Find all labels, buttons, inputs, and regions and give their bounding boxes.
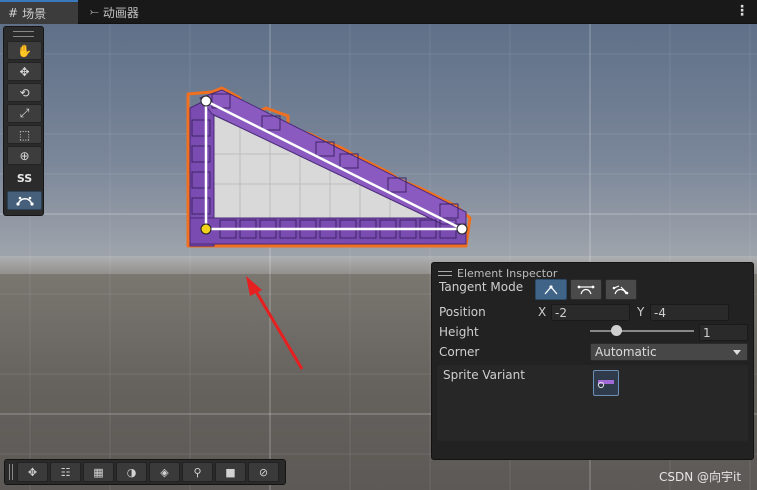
- rotate-icon: ⟲: [19, 85, 30, 100]
- tangent-mode-linear-button[interactable]: [535, 279, 567, 300]
- tab-scene-label: 场景: [22, 6, 47, 21]
- position-y-field[interactable]: [650, 304, 729, 321]
- control-point-top[interactable]: [200, 95, 212, 107]
- move-arrows-icon: ✥: [27, 465, 38, 479]
- continuous-tangent-icon: [577, 285, 595, 294]
- hand-tool-button[interactable]: ✋: [7, 41, 42, 60]
- compass-overlay-button[interactable]: ⊘: [248, 462, 279, 482]
- inspector-title: Element Inspector: [457, 266, 558, 280]
- position-label: Position: [439, 305, 486, 319]
- corner-dropdown[interactable]: Automatic: [590, 343, 748, 361]
- tangent-mode-continuous-button[interactable]: [570, 279, 602, 300]
- grid-snap-icon: ▦: [93, 465, 104, 479]
- sprite-variant-section: Sprite Variant: [437, 365, 748, 441]
- control-point-selected[interactable]: [200, 223, 212, 235]
- sprite-variant-thumbnail[interactable]: [593, 370, 619, 396]
- corner-dropdown-value: Automatic: [595, 345, 657, 359]
- scene-overlay-toolbar: ✥ ☷ ▦ ◑ ◈ ⚲ ■ ⊘: [4, 459, 286, 485]
- position-x-field[interactable]: [551, 304, 630, 321]
- move-tool-button[interactable]: ✥: [7, 62, 42, 81]
- sprite-variant-icon: [597, 380, 614, 389]
- control-point-right[interactable]: [456, 223, 468, 235]
- tab-animator[interactable]: ⤚ 动画器: [82, 0, 147, 24]
- hand-icon: ✋: [17, 43, 32, 58]
- height-field[interactable]: [699, 324, 748, 341]
- scale-tool-button[interactable]: ⤢: [7, 104, 42, 123]
- editor-tab-bar: # 场景 ⤚ 动画器 ⋮: [0, 0, 757, 24]
- position-x-label: X: [538, 305, 547, 319]
- search-overlay-button[interactable]: ⚲: [182, 462, 213, 482]
- search-icon: ⚲: [193, 465, 202, 479]
- transform-tool-button[interactable]: ⊕: [7, 146, 42, 165]
- height-slider-track[interactable]: [590, 330, 694, 332]
- grid-icon: #: [8, 6, 19, 20]
- scene-tool-palette: ✋ ✥ ⟲ ⤢ ⬚ ⊕ SS: [3, 26, 44, 216]
- animator-icon: ⤚: [90, 5, 99, 18]
- element-inspector-panel: Element Inspector Tangent Mode Position …: [431, 262, 754, 460]
- layers-overlay-button[interactable]: ◈: [149, 462, 180, 482]
- rotate-tool-button[interactable]: ⟲: [7, 83, 42, 102]
- compass-icon: ⊘: [258, 465, 269, 479]
- corner-label: Corner: [439, 345, 480, 359]
- align-overlay-button[interactable]: ☷: [50, 462, 81, 482]
- red-arrow-annotation: [246, 276, 304, 370]
- more-options-icon[interactable]: ⋮: [735, 3, 749, 19]
- shading-sphere-icon: ◑: [126, 465, 137, 479]
- transform-icon: ⊕: [19, 148, 30, 163]
- linear-tangent-icon: [544, 284, 558, 294]
- broken-tangent-icon: [612, 284, 629, 294]
- sprite-variant-label: Sprite Variant: [443, 368, 525, 382]
- tab-scene[interactable]: # 场景: [0, 0, 78, 24]
- rect-icon: ⬚: [18, 127, 31, 142]
- palette-grip[interactable]: [13, 31, 34, 37]
- tangent-mode-label: Tangent Mode: [439, 280, 524, 294]
- tab-animator-label: 动画器: [102, 5, 139, 20]
- layers-icon: ◈: [160, 465, 169, 479]
- spline-edit-icon: [15, 196, 34, 206]
- camera-icon: ■: [225, 465, 236, 479]
- grid-snap-overlay-button[interactable]: ▦: [83, 462, 114, 482]
- scale-icon: ⤢: [19, 106, 30, 120]
- camera-overlay-button[interactable]: ■: [215, 462, 246, 482]
- position-y-label: Y: [637, 305, 645, 319]
- rect-tool-button[interactable]: ⬚: [7, 125, 42, 144]
- chevron-down-icon: [733, 350, 741, 355]
- sprite-shape-edit-tool-button[interactable]: [7, 191, 42, 210]
- toolbar-grip[interactable]: [9, 464, 13, 480]
- height-slider-thumb[interactable]: [610, 325, 622, 336]
- height-label: Height: [439, 325, 479, 339]
- menu-icon: [438, 270, 452, 276]
- shading-overlay-button[interactable]: ◑: [116, 462, 147, 482]
- csdn-watermark: CSDN @向宇it: [659, 470, 742, 484]
- custom-tool-ss[interactable]: SS: [7, 167, 42, 189]
- move-overlay-button[interactable]: ✥: [17, 462, 48, 482]
- move-icon: ✥: [19, 64, 30, 79]
- tangent-mode-broken-button[interactable]: [605, 279, 637, 300]
- align-icon: ☷: [60, 465, 71, 479]
